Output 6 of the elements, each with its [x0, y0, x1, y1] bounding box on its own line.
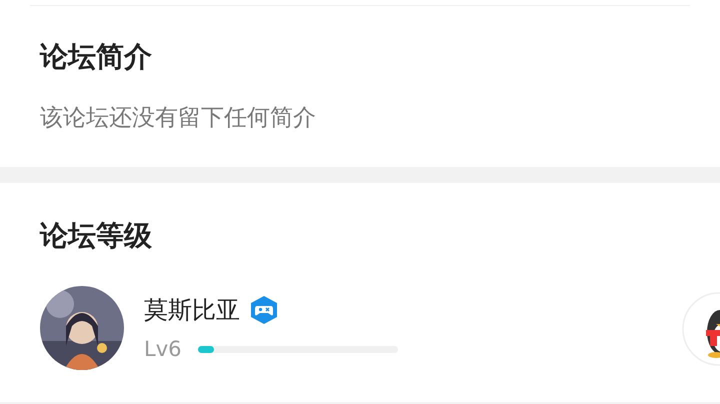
- forum-description: 该论坛还没有留下任何简介: [40, 104, 316, 133]
- section-title: 论坛等级: [40, 218, 153, 253]
- level-label: Lv6: [144, 336, 182, 362]
- username[interactable]: 莫斯比亚: [144, 294, 240, 326]
- section-title: 论坛简介: [40, 39, 153, 74]
- gamepad-badge-icon: [250, 295, 278, 325]
